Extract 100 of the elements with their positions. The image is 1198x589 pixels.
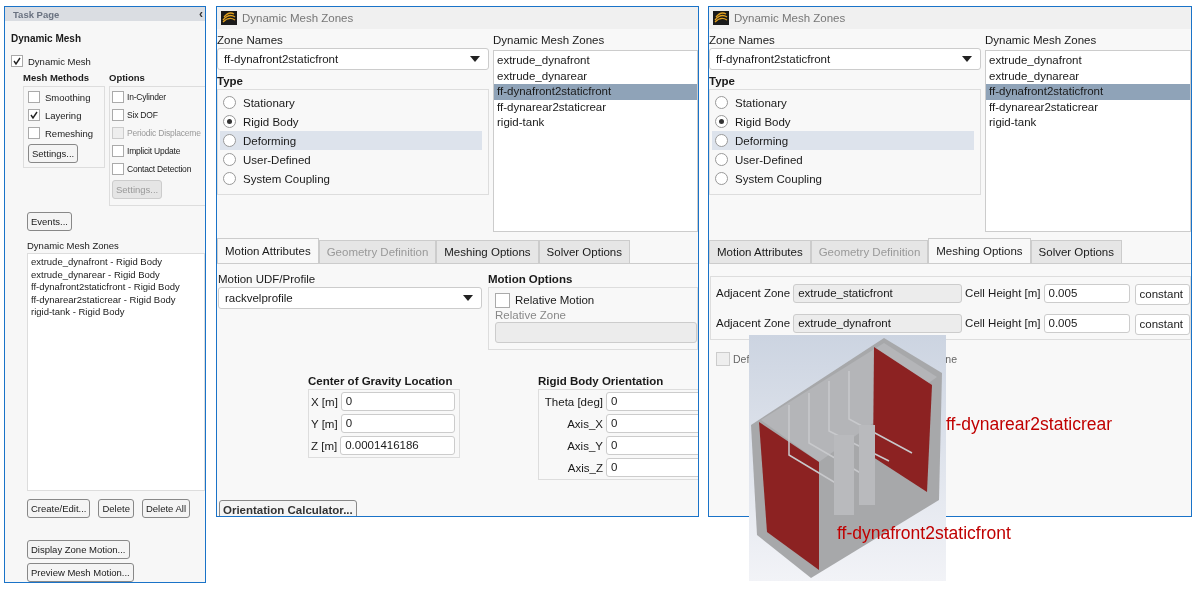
- list-item[interactable]: extrude_dynarear - Rigid Body: [31, 268, 201, 281]
- field-label: Cell Height [m]: [965, 317, 1041, 329]
- window-title: Dynamic Mesh Zones: [734, 12, 846, 24]
- checkbox-label: Contact Detection: [127, 164, 192, 174]
- checkbox-label: Six DOF: [127, 110, 158, 120]
- window-title: Dynamic Mesh Zones: [242, 12, 354, 24]
- list-item[interactable]: ff-dynarear2staticrear: [494, 99, 697, 115]
- settings-button[interactable]: Settings...: [28, 144, 79, 163]
- checkbox[interactable]: [28, 127, 40, 139]
- checkbox-label: Def: [733, 353, 750, 365]
- profile-dropdown[interactable]: rackvelprofile: [218, 287, 482, 309]
- input-field[interactable]: 0: [606, 458, 698, 477]
- radio-option[interactable]: Rigid Body: [220, 112, 482, 131]
- radio-option[interactable]: Deforming: [712, 131, 974, 150]
- group-title: Rigid Body Orientation: [538, 374, 665, 389]
- checkbox[interactable]: [716, 352, 730, 366]
- orientation-calculator-button[interactable]: Orientation Calculator...: [219, 500, 357, 516]
- checkbox-label: Relative Motion: [515, 294, 595, 306]
- input-field[interactable]: 0: [606, 392, 698, 411]
- list-action-button[interactable]: Delete All: [141, 499, 191, 518]
- group-title: Mesh Methods: [23, 72, 90, 85]
- list-item[interactable]: rigid-tank: [494, 115, 697, 131]
- list-item[interactable]: rigid-tank: [986, 115, 1190, 131]
- method-dropdown[interactable]: constant: [1134, 314, 1190, 335]
- checkbox[interactable]: [11, 55, 23, 67]
- field-label: Theta [deg]: [543, 395, 603, 408]
- tab[interactable]: Solver Options: [1030, 240, 1122, 263]
- caret-icon: [463, 295, 473, 301]
- checkbox[interactable]: [112, 163, 124, 175]
- field-label: Zone Names: [709, 33, 776, 48]
- field-label: Y [m]: [311, 417, 338, 430]
- zone-field[interactable]: extrude_staticfront: [793, 283, 963, 303]
- list-item[interactable]: extrude_dynarear: [986, 68, 1190, 84]
- input-field[interactable]: 0.0001416186: [340, 436, 455, 455]
- tab[interactable]: Motion Attributes: [217, 238, 319, 263]
- motion-button[interactable]: Preview Mesh Motion...: [27, 563, 134, 582]
- field-label: Motion UDF/Profile: [218, 272, 317, 287]
- radio-option[interactable]: Rigid Body: [712, 112, 974, 131]
- radio-option[interactable]: System Coupling: [712, 169, 974, 188]
- tab[interactable]: Solver Options: [538, 240, 630, 263]
- checkbox[interactable]: [112, 109, 124, 121]
- list-item[interactable]: extrude_dynafront: [986, 53, 1190, 69]
- checkbox[interactable]: [28, 91, 40, 103]
- relative-zone-dropdown[interactable]: [495, 322, 697, 343]
- input-field[interactable]: 0: [340, 414, 455, 433]
- radio-option[interactable]: Stationary: [220, 93, 482, 112]
- list-item[interactable]: ff-dynafront2staticfront: [986, 84, 1190, 100]
- field-label: Adjacent Zone: [716, 287, 791, 299]
- zone-dropdown[interactable]: ff-dynafront2staticfront: [709, 48, 981, 70]
- list-label: Dynamic Mesh Zones: [985, 33, 1098, 48]
- list-item[interactable]: extrude_dynafront: [494, 53, 697, 69]
- caret-icon: [962, 56, 972, 62]
- radio-option[interactable]: Stationary: [712, 93, 974, 112]
- tab[interactable]: Motion Attributes: [709, 240, 811, 263]
- checkbox[interactable]: [495, 292, 510, 308]
- field-label: Cell Height [m]: [965, 287, 1041, 299]
- group-title: Center of Gravity Location: [308, 374, 454, 389]
- field-label: Relative Zone: [495, 309, 567, 321]
- field-label: Adjacent Zone: [716, 317, 791, 329]
- radio-option[interactable]: User-Defined: [220, 150, 482, 169]
- checkbox[interactable]: [112, 91, 124, 103]
- list-item[interactable]: ff-dynafront2staticfront: [494, 84, 697, 100]
- method-dropdown[interactable]: constant: [1134, 284, 1190, 305]
- list-item[interactable]: ff-dynarear2staticrear: [986, 99, 1190, 115]
- tab[interactable]: Meshing Options: [436, 240, 539, 263]
- list-label: Dynamic Mesh Zones: [27, 240, 120, 251]
- checkbox-label: Layering: [45, 109, 82, 121]
- input-field[interactable]: 0: [606, 436, 698, 455]
- radio-option[interactable]: System Coupling: [220, 169, 482, 188]
- motion-button[interactable]: Display Zone Motion...: [27, 540, 130, 559]
- group-title: Options: [109, 72, 146, 85]
- field-label: X [m]: [311, 395, 338, 408]
- field-label: Axis_Z: [566, 461, 603, 474]
- input-field[interactable]: 0.005: [1043, 283, 1130, 303]
- list-item[interactable]: ff-dynarear2staticrear - Rigid Body: [31, 293, 201, 306]
- checkbox-label: Remeshing: [45, 127, 94, 139]
- list-action-button[interactable]: Delete: [98, 499, 134, 518]
- collapse-glyph[interactable]: ‹: [199, 7, 203, 21]
- group-title: Type: [709, 74, 736, 89]
- radio-option[interactable]: User-Defined: [712, 150, 974, 169]
- caret-icon: [470, 56, 480, 62]
- checkbox-label: In-Cylinder: [127, 92, 166, 102]
- list-item[interactable]: rigid-tank - Rigid Body: [31, 306, 201, 319]
- list-action-button[interactable]: Create/Edit...: [27, 499, 91, 518]
- field-label: Axis_Y: [566, 439, 603, 452]
- panel-title: Task Page: [13, 8, 60, 20]
- events-button[interactable]: Events...: [27, 212, 72, 231]
- checkbox-label: ne: [945, 353, 958, 365]
- input-field[interactable]: 0: [340, 392, 455, 411]
- input-field[interactable]: 0: [606, 414, 698, 433]
- list-item[interactable]: ff-dynafront2staticfront - Rigid Body: [31, 281, 201, 294]
- zone-dropdown[interactable]: ff-dynafront2staticfront: [217, 48, 489, 70]
- list-item[interactable]: extrude_dynarear: [494, 68, 697, 84]
- tab[interactable]: Meshing Options: [928, 238, 1031, 263]
- radio-option[interactable]: Deforming: [220, 131, 482, 150]
- checkbox[interactable]: [112, 145, 124, 157]
- input-field[interactable]: 0.005: [1043, 313, 1130, 333]
- zone-field[interactable]: extrude_dynafront: [793, 313, 963, 333]
- checkbox[interactable]: [28, 109, 40, 121]
- list-item[interactable]: extrude_dynafront - Rigid Body: [31, 256, 201, 269]
